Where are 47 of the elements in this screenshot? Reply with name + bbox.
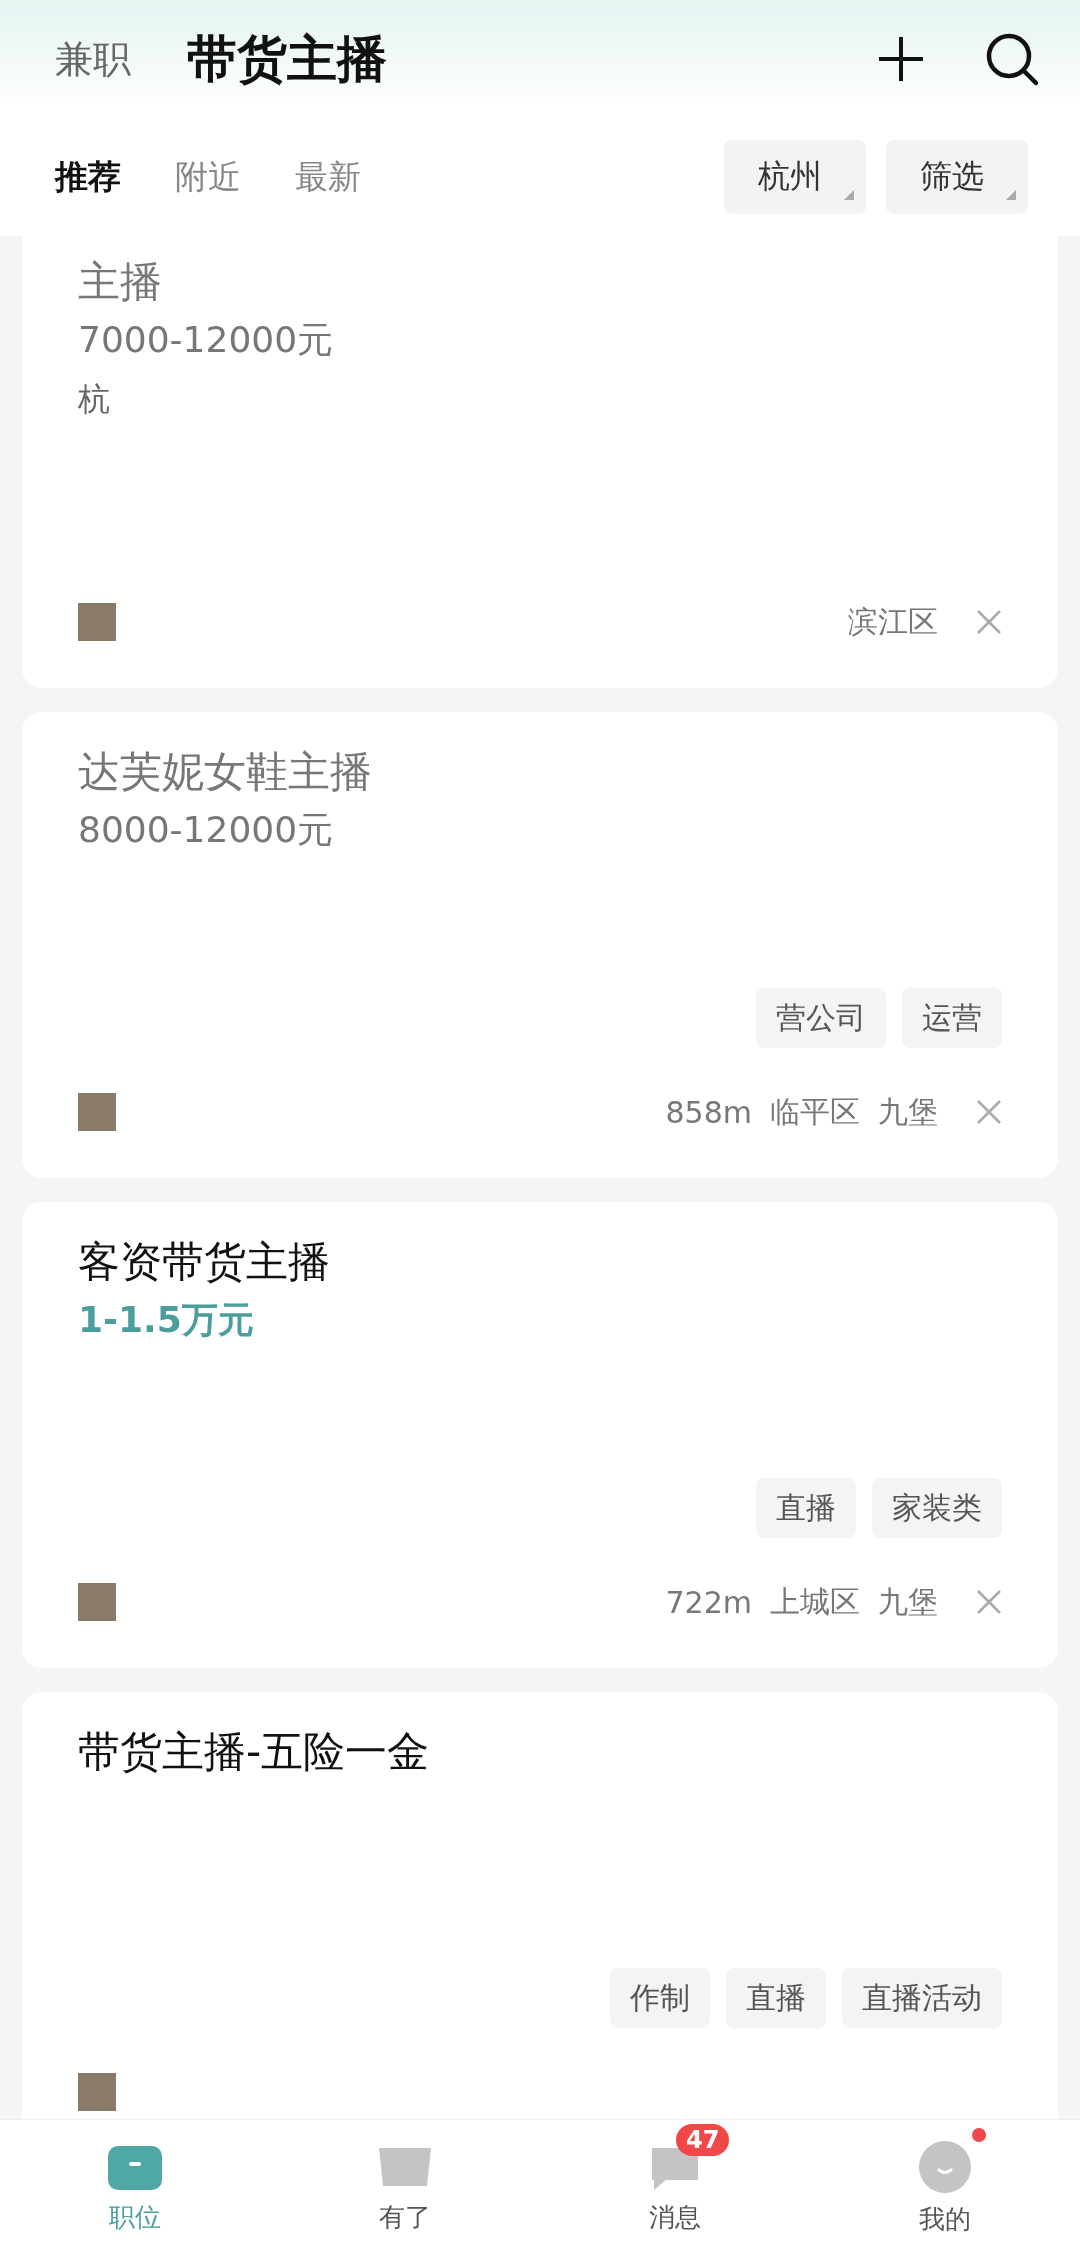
filter-dropdown[interactable]: 杭州: [724, 140, 866, 214]
job-tag: 营公司: [756, 988, 886, 1048]
close-icon[interactable]: [976, 609, 1002, 635]
avatar-icon: [78, 603, 116, 641]
job-card[interactable]: 客资带货主播 1-1.5万元 直播 家装类 722m 上城区 九堡: [22, 1202, 1058, 1668]
location-text: 杭: [78, 380, 110, 418]
job-title: 客资带货主播: [78, 1236, 331, 1288]
nav-item[interactable]: 有了: [270, 2120, 540, 2257]
distance-text: 722m: [665, 1584, 752, 1620]
job-tag: 作制: [610, 1968, 710, 2028]
tab[interactable]: 附近: [175, 154, 241, 200]
salary: 8000-12000元: [78, 808, 335, 852]
page-title: 带货主播: [187, 28, 388, 90]
distance-text: 858m: [665, 1094, 752, 1130]
area-text: 九堡: [878, 1582, 938, 1621]
close-icon[interactable]: [976, 1099, 1002, 1125]
nav-item[interactable]: 我的: [810, 2120, 1080, 2257]
search-icon[interactable]: [984, 31, 1040, 87]
district-text: 临平区: [770, 1092, 860, 1131]
job-tag: 运营: [902, 988, 1002, 1048]
avatar-icon: [78, 2073, 116, 2111]
avatar-icon: [78, 1583, 116, 1621]
category-link[interactable]: 兼职: [55, 33, 131, 85]
district-text: 上城区: [770, 1582, 860, 1621]
salary: 7000-12000元: [78, 318, 335, 362]
unread-badge: 47: [676, 2124, 730, 2156]
close-icon[interactable]: [976, 1589, 1002, 1615]
tab[interactable]: 最新: [295, 154, 361, 200]
job-card[interactable]: 达芙妮女鞋主播 8000-12000元 营公司 运营 858m 临平区 九堡: [22, 712, 1058, 1178]
job-title: 带货主播-五险一金: [78, 1726, 431, 1778]
job-title: 达芙妮女鞋主播: [78, 746, 373, 798]
job-tag: 家装类: [872, 1478, 1002, 1538]
avatar-icon: [78, 1093, 116, 1131]
salary: 1-1.5万元: [78, 1298, 255, 1342]
face-icon: [918, 2140, 972, 2194]
job-card[interactable]: 带货主播-五险一金 作制 直播 直播活动: [22, 1692, 1058, 2119]
district-text: 滨江区: [848, 602, 938, 641]
tab[interactable]: 推荐: [55, 154, 121, 200]
area-text: 九堡: [878, 1092, 938, 1131]
job-tag: 直播: [726, 1968, 826, 2028]
filter-dropdown[interactable]: 筛选: [886, 140, 1028, 214]
plus-icon[interactable]: [876, 34, 926, 84]
job-tag: 直播: [756, 1478, 856, 1538]
job-title: 主播: [78, 256, 163, 308]
job-card[interactable]: 主播 7000-12000元 杭 滨江区: [22, 236, 1058, 688]
job-tag: 直播活动: [842, 1968, 1002, 2028]
nav-item[interactable]: 47 消息: [540, 2120, 810, 2257]
